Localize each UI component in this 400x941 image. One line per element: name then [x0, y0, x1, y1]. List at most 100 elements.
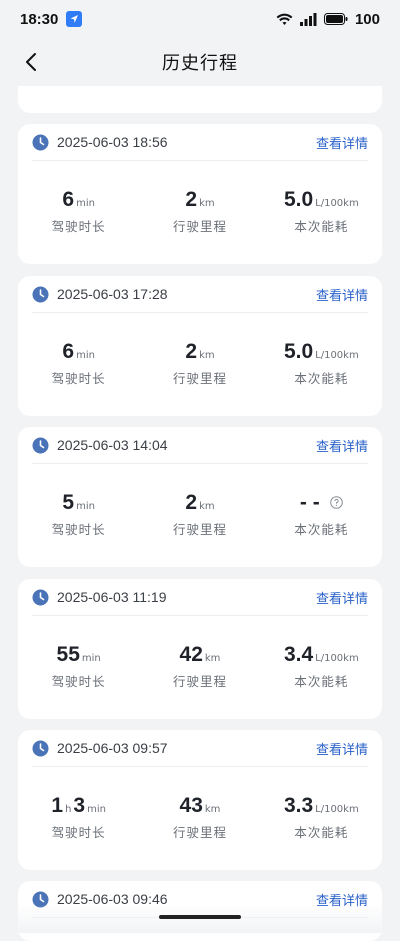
status-bar: 18:30 100: [0, 0, 400, 38]
distance-value: 42: [180, 643, 203, 667]
duration-unit: min: [76, 350, 95, 361]
view-details-link[interactable]: 查看详情: [316, 739, 368, 758]
clock-icon: [32, 740, 49, 757]
duration-stat: 5min 驾驶时长: [18, 489, 139, 538]
location-arrow-icon: [66, 11, 82, 27]
distance-label: 行驶里程: [139, 368, 260, 387]
clock-icon: [32, 286, 49, 303]
distance-label: 行驶里程: [139, 216, 260, 235]
distance-unit: km: [199, 198, 215, 209]
view-details-link[interactable]: 查看详情: [316, 133, 368, 152]
duration-unit: min: [76, 198, 95, 209]
page-title: 历史行程: [162, 49, 238, 75]
duration-unit: min: [76, 501, 95, 512]
trip-card-header: 2025-06-03 18:56 查看详情: [32, 124, 368, 161]
fuel-unit: L/100km: [315, 804, 359, 815]
fuel-value: 5.0: [284, 340, 313, 364]
signal-icon: [300, 13, 317, 26]
nav-bar: 历史行程: [0, 40, 400, 84]
trip-stats: 6min 驾驶时长 2km 行驶里程 5.0L/100km 本次能耗: [18, 338, 382, 387]
trip-datetime: 2025-06-03 17:28: [57, 286, 168, 302]
fuel-stat: 5.0L/100km 本次能耗: [261, 186, 382, 235]
distance-value: 2: [185, 340, 197, 364]
trip-card-header: 2025-06-03 09:57 查看详情: [32, 730, 368, 767]
duration-label: 驾驶时长: [18, 671, 139, 690]
distance-unit: km: [199, 501, 215, 512]
distance-unit: km: [205, 653, 221, 664]
duration-value: 6: [62, 340, 74, 364]
fuel-value: - -: [300, 491, 320, 515]
duration-unit: min: [87, 804, 106, 815]
trip-datetime: 2025-06-03 11:19: [57, 589, 167, 605]
duration-stat: 6min 驾驶时长: [18, 186, 139, 235]
distance-value: 2: [185, 188, 197, 212]
status-right: 100: [276, 11, 380, 28]
trip-stats: 55min 驾驶时长 42km 行驶里程 3.4L/100km 本次能耗: [18, 641, 382, 690]
distance-label: 行驶里程: [139, 519, 260, 538]
duration-hours-unit: h: [65, 804, 71, 815]
fuel-label: 本次能耗: [261, 671, 382, 690]
trip-card-header: 2025-06-03 14:04 查看详情: [32, 427, 368, 464]
distance-stat: 2km 行驶里程: [139, 338, 260, 387]
fuel-label: 本次能耗: [261, 216, 382, 235]
distance-label: 行驶里程: [139, 671, 260, 690]
fuel-stat: - - 本次能耗: [261, 489, 382, 538]
duration-label: 驾驶时长: [18, 822, 139, 841]
distance-unit: km: [205, 804, 221, 815]
fuel-value: 3.4: [284, 643, 313, 667]
trip-datetime: 2025-06-03 09:57: [57, 740, 168, 756]
duration-label: 驾驶时长: [18, 368, 139, 387]
bottom-fade: [0, 905, 400, 933]
distance-value: 2: [185, 491, 197, 515]
duration-label: 驾驶时长: [18, 216, 139, 235]
view-details-link[interactable]: 查看详情: [316, 285, 368, 304]
trip-card[interactable]: 2025-06-03 18:56 查看详情 6min 驾驶时长 2km 行驶里程…: [18, 124, 382, 264]
fuel-label: 本次能耗: [261, 368, 382, 387]
distance-stat: 43km 行驶里程: [139, 792, 260, 841]
view-details-link[interactable]: 查看详情: [316, 588, 368, 607]
home-indicator[interactable]: [159, 915, 241, 919]
clock-icon: [32, 134, 49, 151]
trip-card[interactable]: 2025-06-03 14:04 查看详情 5min 驾驶时长 2km 行驶里程…: [18, 427, 382, 567]
duration-hours-value: 1: [51, 794, 63, 818]
trip-card[interactable]: 2025-06-03 17:28 查看详情 6min 驾驶时长 2km 行驶里程…: [18, 276, 382, 416]
trip-stats: 1 h 3 min 驾驶时长 43km 行驶里程 3.3L/100km 本次能耗: [18, 792, 382, 841]
distance-stat: 42km 行驶里程: [139, 641, 260, 690]
duration-stat: 6min 驾驶时长: [18, 338, 139, 387]
question-help-icon[interactable]: [330, 496, 343, 509]
fuel-stat: 3.3L/100km 本次能耗: [261, 792, 382, 841]
trip-card-header: 2025-06-03 11:19 查看详情: [32, 579, 368, 616]
fuel-label: 本次能耗: [261, 822, 382, 841]
trip-stats: 6min 驾驶时长 2km 行驶里程 5.0L/100km 本次能耗: [18, 186, 382, 235]
duration-label: 驾驶时长: [18, 519, 139, 538]
trip-datetime: 2025-06-03 18:56: [57, 134, 168, 150]
wifi-icon: [276, 13, 293, 26]
distance-stat: 2km 行驶里程: [139, 489, 260, 538]
duration-stat: 1 h 3 min 驾驶时长: [18, 792, 139, 841]
duration-value: 6: [62, 188, 74, 212]
duration-stat: 55min 驾驶时长: [18, 641, 139, 690]
distance-stat: 2km 行驶里程: [139, 186, 260, 235]
fuel-value: 5.0: [284, 188, 313, 212]
duration-value: 5: [62, 491, 74, 515]
fuel-unit: L/100km: [315, 350, 359, 361]
trip-card[interactable]: 2025-06-03 11:19 查看详情 55min 驾驶时长 42km 行驶…: [18, 579, 382, 719]
fuel-value: 3.3: [284, 794, 313, 818]
fuel-stat: 3.4L/100km 本次能耗: [261, 641, 382, 690]
duration-value: 55: [57, 643, 80, 667]
trip-stats: 5min 驾驶时长 2km 行驶里程 - - 本次能耗: [18, 489, 382, 538]
fuel-unit: L/100km: [315, 198, 359, 209]
view-details-link[interactable]: 查看详情: [316, 436, 368, 455]
distance-value: 43: [180, 794, 203, 818]
back-arrow-icon[interactable]: [22, 51, 42, 73]
trip-card[interactable]: 2025-06-03 09:57 查看详情 1 h 3 min 驾驶时长 43k…: [18, 730, 382, 870]
fuel-stat: 5.0L/100km 本次能耗: [261, 338, 382, 387]
status-time: 18:30: [20, 11, 58, 28]
battery-icon: [324, 13, 348, 25]
clock-icon: [32, 589, 49, 606]
distance-label: 行驶里程: [139, 822, 260, 841]
battery-percent: 100: [355, 11, 380, 28]
previous-card-stub: [18, 86, 382, 113]
distance-unit: km: [199, 350, 215, 361]
fuel-unit: L/100km: [315, 653, 359, 664]
